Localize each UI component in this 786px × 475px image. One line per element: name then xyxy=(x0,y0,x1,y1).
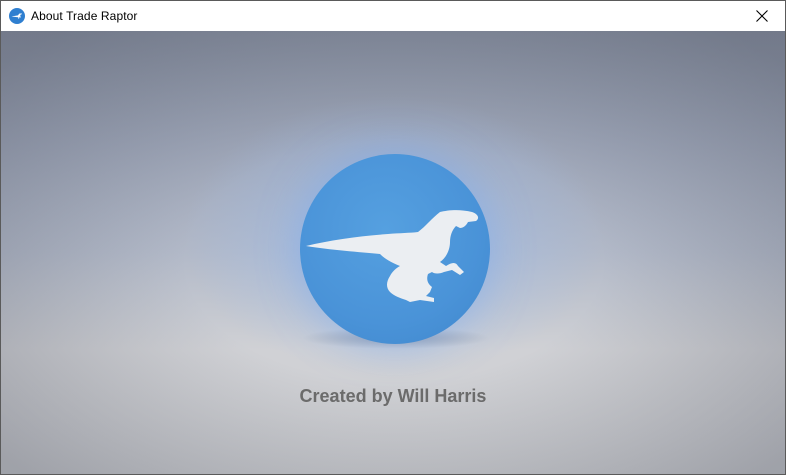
close-icon xyxy=(756,10,768,22)
credit-text: Created by Will Harris xyxy=(299,386,487,406)
close-button[interactable] xyxy=(739,1,785,31)
title-bar[interactable]: About Trade Raptor xyxy=(1,1,785,31)
raptor-silhouette xyxy=(306,210,479,302)
raptor-app-icon xyxy=(9,8,25,24)
about-window: About Trade Raptor Created by Will Harri… xyxy=(0,0,786,475)
window-title: About Trade Raptor xyxy=(31,9,138,23)
about-content: Created by Will Harris xyxy=(1,31,785,474)
raptor-logo-icon xyxy=(300,154,490,344)
